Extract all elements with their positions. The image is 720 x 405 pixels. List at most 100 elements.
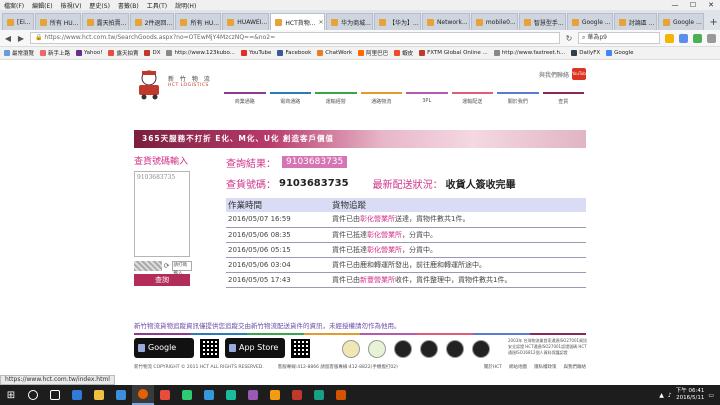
nav-item-3pl[interactable]: 3PL xyxy=(406,92,448,105)
windows-start-icon[interactable]: ⊞ xyxy=(0,385,22,405)
bookmark-icon xyxy=(358,50,365,56)
browser-tab-active[interactable]: HCT貨物... ✕ xyxy=(270,13,326,30)
bookmarks-toolbar: 最常瀏覽 新手上路 Yahoo! 露天拍賣 DX http://www.123k… xyxy=(0,47,720,60)
menu-help[interactable]: 說明(H) xyxy=(175,1,196,10)
browser-tab[interactable]: 所有 HU... xyxy=(34,13,81,30)
app-icon[interactable] xyxy=(286,385,308,405)
bookmark-item[interactable]: 露天拍賣 xyxy=(108,49,138,57)
app-icon[interactable] xyxy=(198,385,220,405)
app-icon[interactable] xyxy=(220,385,242,405)
footer-link-contact[interactable]: 與我們聯絡 xyxy=(564,364,587,370)
browser-tab[interactable]: Network... xyxy=(421,13,470,30)
app-store-button[interactable]: App Store xyxy=(225,338,285,358)
browser-tab[interactable]: [Ei... xyxy=(2,13,34,30)
nav-item-transport[interactable]: 運輸經營 xyxy=(315,92,357,105)
result-value[interactable]: 9103683735 xyxy=(282,156,348,168)
notification-icon[interactable]: ▭ xyxy=(708,392,714,399)
maximize-icon[interactable]: ☐ xyxy=(684,1,702,9)
footer-link-privacy[interactable]: 隱私權政策 xyxy=(534,364,557,370)
close-tab-icon[interactable]: ✕ xyxy=(318,19,323,26)
footer-links: 關於HCT 網站地圖 隱私權政策 與我們聯絡 xyxy=(484,364,586,370)
app-icon[interactable] xyxy=(330,385,352,405)
volume-icon[interactable]: ♪ xyxy=(668,392,672,399)
bookmark-item[interactable]: http://www.123kubo... xyxy=(166,50,235,56)
nav-item-tracking[interactable]: 查貨 xyxy=(542,92,584,105)
close-icon[interactable]: ✕ xyxy=(702,1,720,9)
app-icon[interactable] xyxy=(154,385,176,405)
home-icon[interactable] xyxy=(693,33,702,43)
app-icon[interactable] xyxy=(176,385,198,405)
bookmark-item[interactable]: DailyFX xyxy=(571,50,600,56)
menu-history[interactable]: 歷史(S) xyxy=(89,1,110,10)
forward-icon[interactable]: ▶ xyxy=(17,34,25,43)
nav-item-channel-logistics[interactable]: 通路物流 xyxy=(360,92,402,105)
bookmark-icon xyxy=(144,50,151,56)
bookmark-item[interactable]: FXTM Global Online ... xyxy=(419,50,488,56)
browser-tab[interactable]: 【华为】... xyxy=(374,13,421,30)
bookmark-item[interactable]: 新手上路 xyxy=(40,49,70,57)
nav-item-about[interactable]: 關於我們 xyxy=(497,92,539,105)
browser-tab[interactable]: 討論區 ... xyxy=(613,13,657,30)
menu-icon[interactable] xyxy=(707,33,716,43)
app-icon[interactable] xyxy=(242,385,264,405)
bookmark-item[interactable]: Google xyxy=(606,50,634,56)
bookmark-item[interactable]: http://www.fastreet.h... xyxy=(493,50,565,56)
menu-view[interactable]: 檢視(V) xyxy=(61,1,82,10)
menu-tools[interactable]: 工具(T) xyxy=(147,1,167,10)
edge-icon[interactable] xyxy=(66,385,88,405)
youtube-icon[interactable]: YouTube xyxy=(572,68,588,80)
browser-tab[interactable]: mobile0... xyxy=(470,13,518,30)
google-play-button[interactable]: Google play xyxy=(134,338,194,372)
browser-tab[interactable]: 智慧型手... xyxy=(518,13,566,30)
app-icon[interactable] xyxy=(308,385,330,405)
menu-edit[interactable]: 編輯(E) xyxy=(32,1,52,10)
bookmark-item[interactable]: ChatWork xyxy=(317,50,352,56)
url-field[interactable]: 🔒 https://www.hct.com.tw/SearchGoods.asp… xyxy=(30,32,560,44)
nav-item-commercial[interactable]: 商業通路 xyxy=(224,92,266,105)
bookmark-item[interactable]: DX xyxy=(144,50,160,56)
menu-file[interactable]: 檔案(F) xyxy=(4,1,24,10)
browser-tab[interactable]: Google ... xyxy=(657,13,705,30)
bookmark-item[interactable]: 最常瀏覽 xyxy=(4,49,34,57)
task-view-icon[interactable] xyxy=(44,385,66,405)
nav-item-ecommerce[interactable]: 電商通路 xyxy=(269,92,311,105)
browser-tab[interactable]: HUAWEI... xyxy=(222,13,270,30)
footer-link-about[interactable]: 關於HCT xyxy=(484,364,502,370)
browser-tab[interactable]: 所有 HU... xyxy=(175,13,222,30)
back-icon[interactable]: ◀ xyxy=(4,34,12,43)
bookmark-item[interactable]: Facebook xyxy=(277,50,311,56)
browser-search-input[interactable]: ⌕ 華為p9 xyxy=(578,32,660,44)
rule-segment xyxy=(473,333,530,335)
app-icon[interactable] xyxy=(264,385,286,405)
search-icon[interactable] xyxy=(22,385,44,405)
row-time: 2016/05/06 05:15 xyxy=(226,242,330,258)
bookmark-item[interactable]: Yahoo! xyxy=(76,50,102,56)
bookmark-item[interactable]: YouTube xyxy=(241,50,271,56)
menu-bookmarks[interactable]: 書籤(B) xyxy=(118,1,139,10)
browser-tab[interactable]: Google ... xyxy=(566,13,613,30)
footer-link-sitemap[interactable]: 網站地圖 xyxy=(509,364,527,370)
new-tab-button[interactable]: + xyxy=(707,16,720,30)
nav-item-delivery[interactable]: 運輸配送 xyxy=(451,92,493,105)
reload-icon[interactable]: ↻ xyxy=(565,34,573,43)
store-icon[interactable] xyxy=(110,385,132,405)
network-icon[interactable]: ▲ xyxy=(659,392,664,399)
bookmark-star-icon[interactable] xyxy=(665,33,674,43)
clock[interactable]: 下午 06:41 2016/5/11 xyxy=(676,388,705,402)
firefox-icon[interactable] xyxy=(132,385,154,405)
tracking-info-row: 查貨號碼： 9103683735 最新配送狀況： 收貨人簽收完畢 xyxy=(226,175,586,191)
minimize-icon[interactable]: — xyxy=(666,1,684,9)
captcha-input[interactable]: 請打碼輸入 xyxy=(171,261,192,276)
hct-logo[interactable]: 新 竹 物 流 HCT LOGISTICS xyxy=(134,68,222,100)
refresh-icon[interactable]: ⟳ xyxy=(164,262,170,270)
tracking-number-input[interactable]: 9103683735 xyxy=(134,171,190,257)
bookmark-item[interactable]: 阿里巴巴 xyxy=(358,49,388,57)
download-icon[interactable] xyxy=(679,33,688,43)
certification-icon xyxy=(472,340,490,358)
browser-tab[interactable]: 2件退回... xyxy=(129,13,175,30)
browser-tab[interactable]: 华为商城... xyxy=(326,13,374,30)
bookmark-item[interactable]: 蝦皮 xyxy=(394,49,413,57)
contact-link[interactable]: 與我們聯絡 xyxy=(539,70,569,79)
file-explorer-icon[interactable] xyxy=(88,385,110,405)
browser-tab[interactable]: 露天拍賣... xyxy=(81,13,129,30)
